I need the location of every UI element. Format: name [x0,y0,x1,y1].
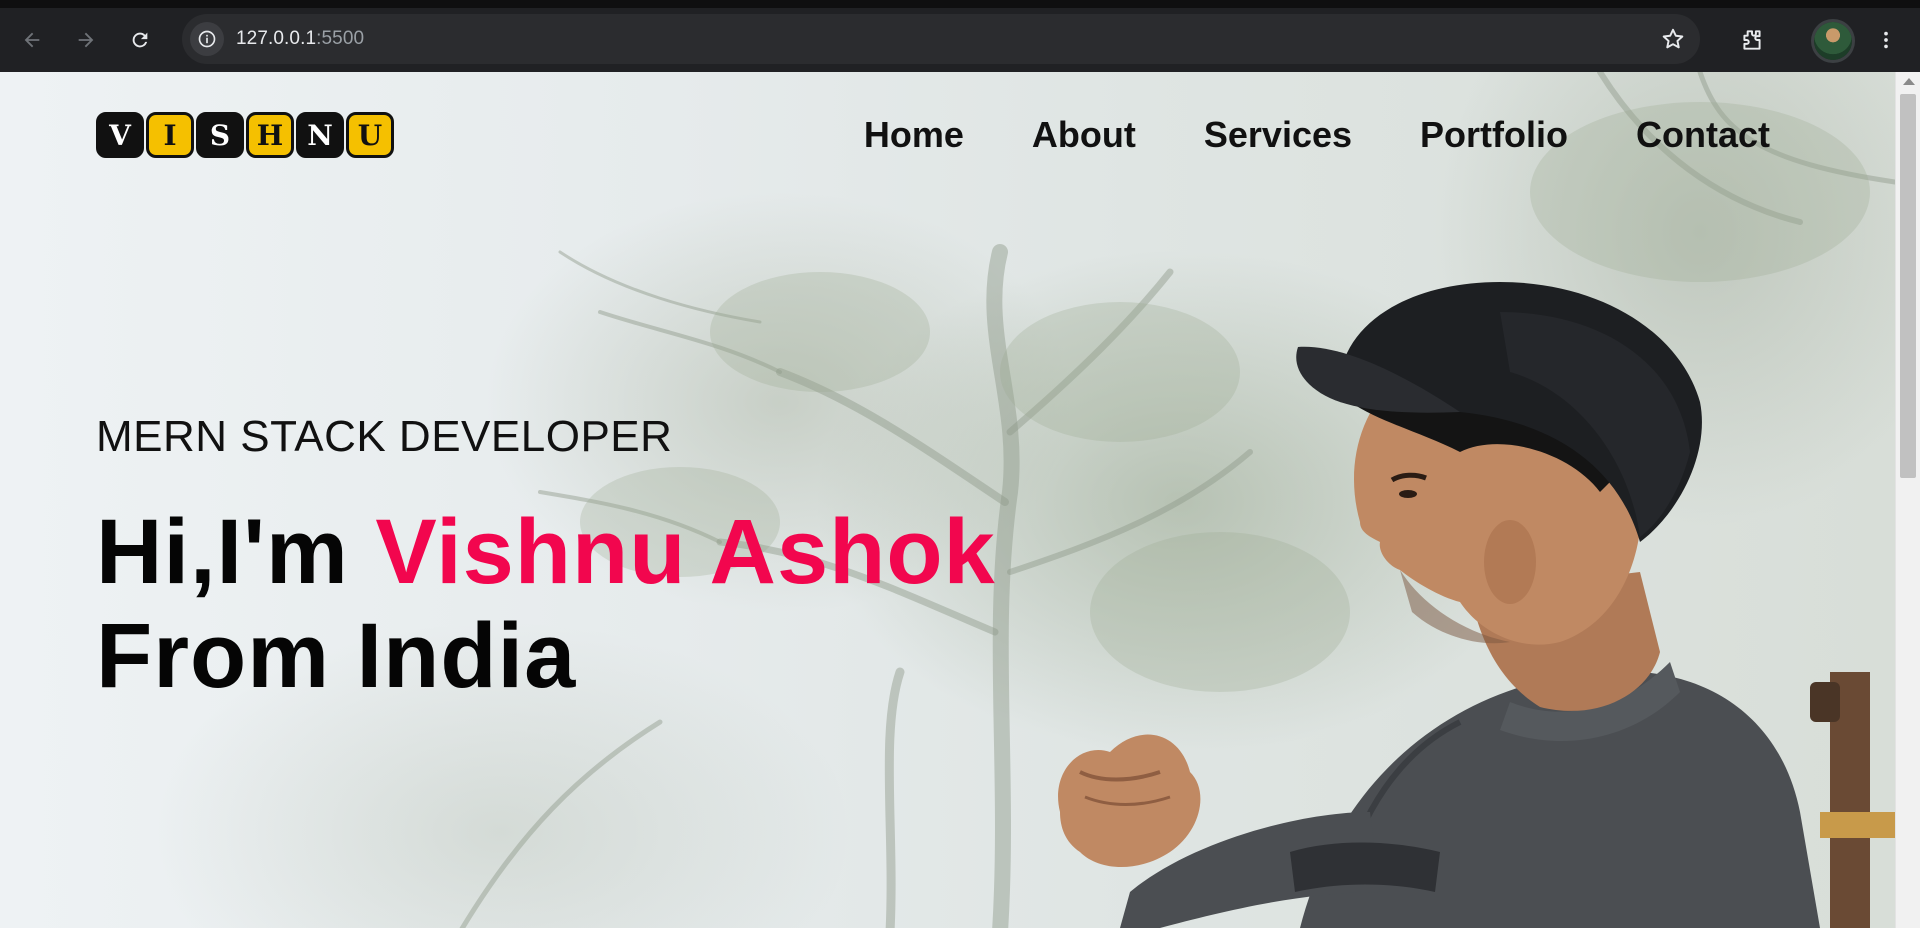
scroll-up-arrow-icon[interactable] [1903,78,1915,85]
logo-letter: H [246,112,294,158]
url-port: :5500 [316,28,365,49]
site-logo[interactable]: V I S H N U [96,112,394,158]
hero-role-text: MERN STACK DEVELOPER [96,412,673,461]
hero-portrait-image [1058,282,1895,928]
logo-letter: I [146,112,194,158]
browser-menu-button[interactable] [1868,22,1904,58]
site-info-icon[interactable] [190,22,224,56]
logo-letter: N [296,112,344,158]
reload-icon [132,32,148,48]
hero-section: V I S H N U Home About Services Portfoli… [0,72,1895,928]
forward-arrow-icon [78,32,94,48]
page-viewport: V I S H N U Home About Services Portfoli… [0,72,1920,928]
address-bar[interactable]: 127.0.0.1:5500 [182,14,1700,64]
browser-toolbar: 127.0.0.1:5500 [0,8,1920,72]
browser-chrome: 127.0.0.1:5500 [0,0,1920,72]
forward-button[interactable] [68,22,104,58]
scrollbar-thumb[interactable] [1900,94,1916,478]
url-host: 127.0.0.1 [236,28,317,49]
nav-link-portfolio[interactable]: Portfolio [1420,114,1568,156]
nav-link-about[interactable]: About [1032,114,1136,156]
nav-link-services[interactable]: Services [1204,114,1352,156]
page-scrollbar[interactable] [1895,72,1920,928]
profile-avatar[interactable] [1814,22,1852,60]
nav-link-contact[interactable]: Contact [1636,114,1770,156]
url-text[interactable]: 127.0.0.1:5500 [236,28,364,50]
hero-greeting: Hi,I'm [96,501,349,603]
hero-headline: Hi,I'm Vishnu Ashok From India [96,500,996,708]
back-arrow-icon [24,32,40,48]
hero-origin: From India [96,605,577,707]
tab-strip-edge [0,0,1920,8]
bookmark-star-icon[interactable] [1660,26,1686,57]
logo-letter: U [346,112,394,158]
extensions-icon [1743,30,1761,50]
hero-name: Vishnu Ashok [375,501,996,603]
back-button[interactable] [14,22,50,58]
extensions-button[interactable] [1734,22,1770,58]
logo-letter: S [196,112,244,158]
main-nav: Home About Services Portfolio Contact [864,114,1770,156]
logo-letter: V [96,112,144,158]
nav-link-home[interactable]: Home [864,114,964,156]
kebab-menu-icon [1884,31,1888,49]
reload-button[interactable] [122,22,158,58]
